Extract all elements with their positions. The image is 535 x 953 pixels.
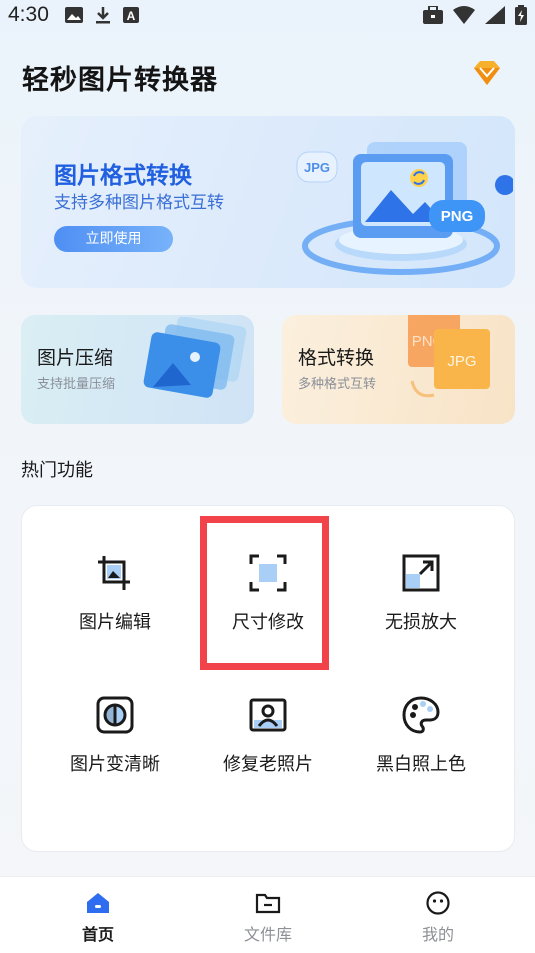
tool-label: 尺寸修改 (232, 612, 304, 633)
hero-title: 图片格式转换 (54, 163, 192, 189)
use-now-button[interactable]: 立即使用 (54, 226, 173, 252)
download-icon (95, 7, 110, 24)
format-card-subtitle: 多种格式互转 (298, 377, 377, 392)
wifi-icon (453, 6, 475, 24)
format-card[interactable]: 格式转换 多种格式互转 PNG JPG (282, 315, 515, 424)
hero-jpg-badge: JPG (304, 160, 330, 175)
compress-card-title: 图片压缩 (37, 347, 114, 369)
format-convert-card-illustration: PNG JPG (408, 315, 490, 398)
tool-image-edit[interactable]: 图片编辑 (40, 554, 190, 664)
tool-restore-old-photo[interactable]: 修复老照片 (193, 696, 343, 806)
tool-label: 修复老照片 (223, 754, 313, 775)
nav-item-files[interactable]: 文件库 (218, 891, 318, 945)
nav-label-profile: 我的 (421, 925, 454, 944)
hero-banner[interactable]: 图片格式转换 支持多种图片格式互转 立即使用 JPG PNG (21, 116, 515, 288)
enlarge-icon (402, 554, 440, 592)
tool-label: 黑白照上色 (376, 754, 466, 775)
tool-label: 图片编辑 (79, 612, 151, 633)
app-title: 轻秒图片转换器 (22, 65, 218, 96)
signal-icon (485, 6, 505, 24)
hero-subtitle: 支持多种图片格式互转 (54, 193, 224, 213)
portrait-photo-icon (249, 698, 287, 732)
palette-icon (402, 696, 440, 734)
svg-text:A: A (127, 9, 136, 23)
tool-label: 图片变清晰 (70, 754, 160, 775)
accessibility-a-icon: A (122, 7, 139, 23)
nav-item-profile[interactable]: 我的 (388, 891, 488, 945)
nav-label-files: 文件库 (243, 925, 292, 944)
battery-icon (515, 5, 527, 25)
tool-colorize-bw[interactable]: 黑白照上色 (346, 696, 496, 806)
briefcase-icon (423, 6, 443, 24)
compress-illustration (143, 317, 247, 398)
compress-card-subtitle: 支持批量压缩 (37, 377, 116, 392)
crop-icon (98, 556, 130, 590)
folder-icon (255, 893, 281, 914)
format-convert-illustration: JPG PNG (296, 142, 513, 275)
resize-icon (249, 554, 287, 592)
bottom-nav: 首页 文件库 我的 (0, 876, 535, 953)
format-card-title: 格式转换 (298, 347, 375, 369)
status-bar: 4:30 A (0, 0, 535, 30)
card-jpg-badge: JPG (447, 353, 476, 370)
gallery-icon (64, 7, 83, 23)
compress-card[interactable]: 图片压缩 支持批量压缩 (21, 315, 254, 424)
tool-label: 无损放大 (385, 612, 457, 633)
tool-lossless-enlarge[interactable]: 无损放大 (346, 554, 496, 664)
diamond-vip-icon[interactable] (470, 56, 504, 90)
home-icon (87, 893, 109, 913)
sharpen-icon (96, 696, 134, 734)
tools-panel: 图片编辑 尺寸修改 无损放大 图片变清晰 修复老照片 黑白照上色 (21, 505, 515, 852)
face-icon (426, 891, 450, 915)
tool-sharpen[interactable]: 图片变清晰 (40, 696, 190, 806)
status-time: 4:30 (8, 3, 49, 26)
nav-label-home: 首页 (81, 925, 114, 944)
hero-png-badge: PNG (441, 208, 474, 225)
nav-item-home[interactable]: 首页 (48, 891, 148, 945)
section-title-hot-features: 热门功能 (21, 460, 93, 481)
tool-resize[interactable]: 尺寸修改 (193, 554, 343, 664)
